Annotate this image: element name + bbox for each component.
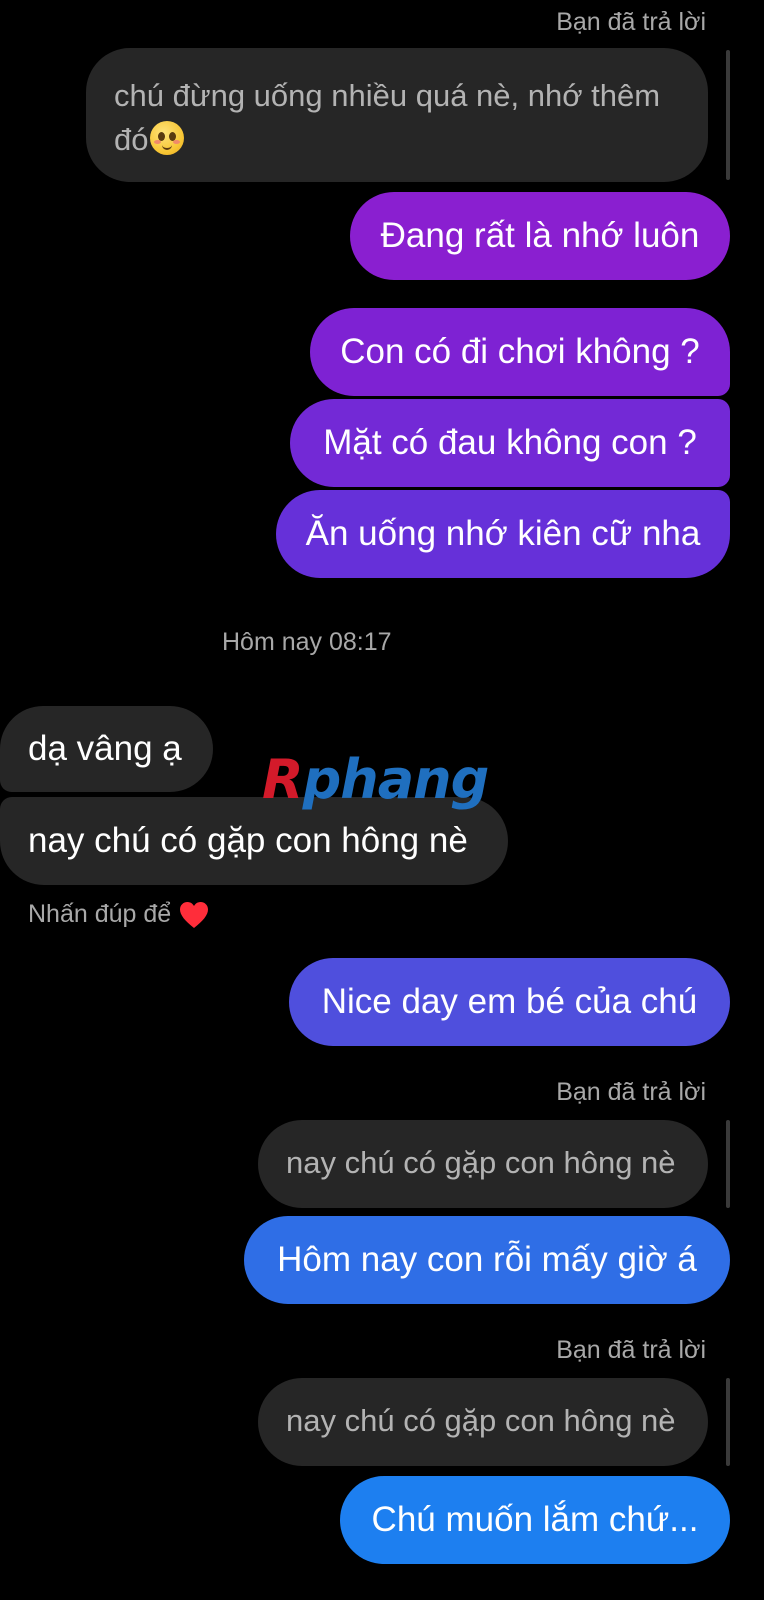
watermark-logo: Rphang [262,748,490,811]
reply-label: Bạn đã trả lời [556,8,706,36]
double-tap-hint-text: Nhấn đúp để [28,900,172,928]
watermark-text: phang [302,748,490,811]
quoted-message-line-2: đó [114,122,149,157]
quoted-message[interactable]: nay chú có gặp con hông nè [258,1378,708,1466]
incoming-message[interactable]: dạ vâng ạ [0,706,213,792]
double-tap-hint: Nhấn đúp để [28,900,209,929]
reply-indicator-bar [726,1378,730,1466]
outgoing-message[interactable]: Chú muốn lắm chứ... [340,1476,730,1564]
outgoing-message[interactable]: Đang rất là nhớ luôn [350,192,730,280]
watermark-letter-r: R [262,748,304,811]
message-timestamp: Hôm nay 08:17 [222,628,392,656]
outgoing-message[interactable]: Ăn uống nhớ kiên cữ nha [276,490,730,578]
outgoing-message[interactable]: Nice day em bé của chú [289,958,730,1046]
reply-label: Bạn đã trả lời [556,1336,706,1364]
reply-indicator-bar [726,50,730,180]
reply-label: Bạn đã trả lời [556,1078,706,1106]
quoted-message[interactable]: chú đừng uống nhiều quá nè, nhớ thêm đó [86,48,708,182]
quoted-message[interactable]: nay chú có gặp con hông nè [258,1120,708,1208]
smiling-face-emoji-icon [150,121,185,155]
reply-indicator-bar [726,1120,730,1208]
outgoing-message[interactable]: Hôm nay con rỗi mấy giờ á [244,1216,730,1304]
heart-icon [179,901,209,929]
outgoing-message[interactable]: Mặt có đau không con ? [290,399,730,487]
quoted-message-line-1: chú đừng uống nhiều quá nè, nhớ thêm [114,78,661,113]
outgoing-message[interactable]: Con có đi chơi không ? [310,308,730,396]
